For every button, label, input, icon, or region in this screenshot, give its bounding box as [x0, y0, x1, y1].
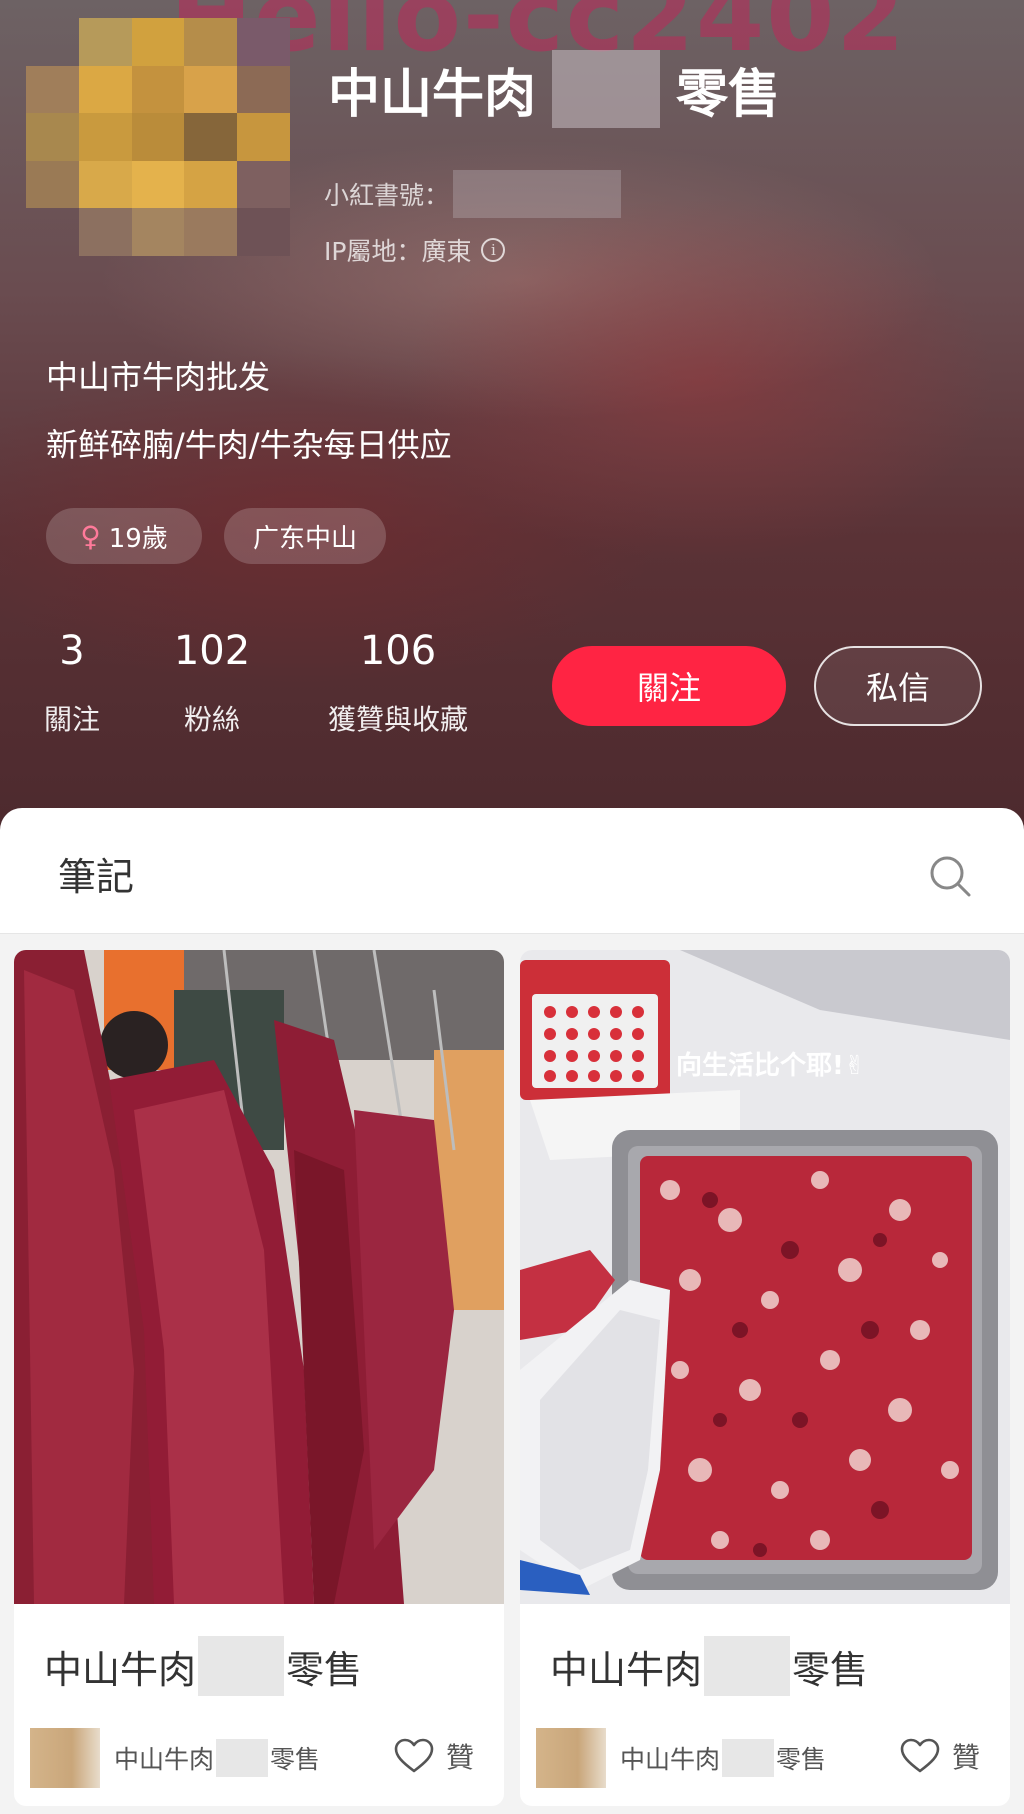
stat-likes-collections[interactable]: 106 獲贊與收藏 [318, 628, 478, 738]
message-button[interactable]: 私信 [814, 646, 982, 726]
bio-line-1: 中山市牛肉批发 [46, 358, 271, 396]
name-redaction [552, 50, 661, 128]
redbook-id-redaction [453, 170, 622, 218]
note-title-part2: 零售 [792, 1647, 869, 1692]
note-title-part1: 中山牛肉 [550, 1647, 703, 1692]
like-label: 贊 [445, 1741, 474, 1774]
author-avatar[interactable] [30, 1728, 100, 1788]
fans-label: 粉絲 [183, 703, 240, 736]
like-label: 贊 [951, 1741, 980, 1774]
note-image-chopped-beef[interactable]: 向生活比个耶!✌ [520, 950, 1010, 1604]
following-count: 3 [59, 628, 85, 674]
stat-following[interactable]: 3 關注 [32, 628, 112, 738]
note-card[interactable]: 中山牛肉 零售 中山牛肉 零售 贊 [14, 950, 504, 1806]
likes-label: 獲贊與收藏 [327, 703, 468, 736]
author-name-part2: 零售 [270, 1745, 321, 1774]
ip-location-label: IP屬地：廣東 [324, 237, 472, 266]
note-author[interactable]: 中山牛肉 零售 [536, 1728, 826, 1788]
redbook-id: 小紅書號： [324, 170, 622, 218]
note-title[interactable]: 中山牛肉 零售 [550, 1636, 868, 1696]
bio-line-2: 新鲜碎腩/牛肉/牛杂每日供应 [46, 426, 452, 464]
like-button[interactable]: 贊 [394, 1736, 474, 1776]
redbook-id-label: 小紅書號： [324, 181, 450, 210]
location-tag: 广东中山 [224, 508, 386, 564]
like-button[interactable]: 贊 [900, 1736, 980, 1776]
info-icon[interactable]: i [481, 238, 506, 262]
profile-name-part2: 零售 [676, 64, 781, 125]
note-card[interactable]: 向生活比个耶!✌ 中山牛肉 零售 中山牛肉 零售 贊 [520, 950, 1010, 1806]
note-title-part1: 中山牛肉 [44, 1647, 197, 1692]
following-label: 關注 [43, 703, 100, 736]
image-caption: 向生活比个耶!✌ [676, 1050, 866, 1081]
avatar[interactable] [26, 18, 290, 256]
age-label: 19歲 [108, 523, 168, 554]
search-icon[interactable] [928, 854, 972, 898]
author-name-redaction [722, 1739, 775, 1777]
fans-count: 102 [173, 628, 251, 674]
author-avatar[interactable] [536, 1728, 606, 1788]
stat-fans[interactable]: 102 粉絲 [162, 628, 262, 738]
author-name-part2: 零售 [776, 1745, 827, 1774]
author-name-part1: 中山牛肉 [114, 1745, 215, 1774]
heart-icon [900, 1738, 940, 1773]
notes-tab-bar: 筆記 [0, 808, 1024, 934]
heart-icon [394, 1738, 434, 1773]
note-title-redaction [198, 1636, 285, 1696]
likes-count: 106 [359, 628, 437, 674]
author-name-part1: 中山牛肉 [620, 1745, 721, 1774]
note-title[interactable]: 中山牛肉 零售 [44, 1636, 362, 1696]
age-tag: ♀ 19歲 [46, 508, 202, 564]
note-title-redaction [704, 1636, 791, 1696]
ip-location: IP屬地：廣東 i [324, 232, 506, 268]
author-name-redaction [216, 1739, 269, 1777]
note-author[interactable]: 中山牛肉 零售 [30, 1728, 320, 1788]
profile-name-part1: 中山牛肉 [328, 64, 537, 125]
profile-name: 中山牛肉 零售 [328, 50, 780, 128]
female-icon: ♀ [80, 519, 101, 553]
profile-header: Hello-cc2402 中山牛肉 零售 小紅書號： IP屬地：廣東 i 中山市… [0, 0, 1024, 830]
tab-notes[interactable]: 筆記 [58, 846, 134, 901]
note-image-hanging-beef[interactable] [14, 950, 504, 1604]
location-label: 广东中山 [252, 523, 357, 554]
note-title-part2: 零售 [286, 1647, 363, 1692]
follow-button[interactable]: 關注 [552, 646, 786, 726]
